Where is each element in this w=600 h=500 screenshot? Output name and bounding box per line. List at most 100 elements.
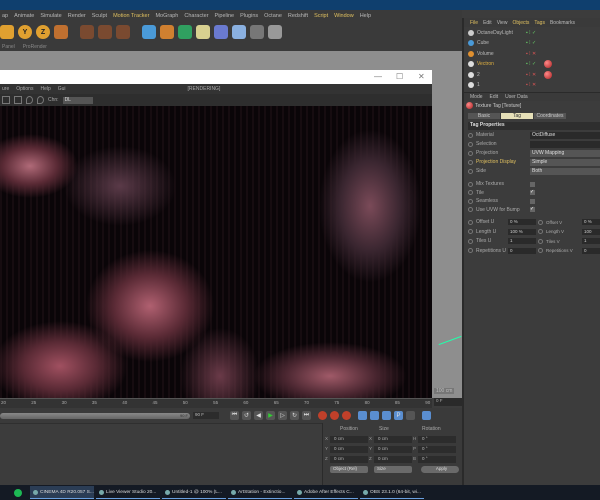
animate-dot-icon[interactable] bbox=[468, 150, 473, 156]
object-visibility-icon[interactable]: ▪ ⁞ ✕ bbox=[526, 82, 536, 88]
menu-sculpt[interactable]: Sculpt bbox=[92, 13, 107, 19]
taskbar-item[interactable]: Untitled-1 @ 100% (L... bbox=[162, 486, 226, 499]
animate-dot-icon[interactable] bbox=[468, 141, 473, 147]
checkbox[interactable] bbox=[530, 198, 535, 204]
animate-dot-icon[interactable] bbox=[468, 219, 473, 225]
axis-x-button[interactable] bbox=[0, 25, 14, 39]
menu-ure[interactable]: ure bbox=[2, 86, 9, 92]
play-icon[interactable]: ▶ bbox=[266, 411, 275, 420]
taskbar-item[interactable]: OBS 23.1.0 (64-bit, wi... bbox=[360, 486, 424, 499]
timeline-range-slider[interactable]: 90 F bbox=[0, 412, 190, 419]
menu-render[interactable]: Render bbox=[68, 13, 86, 19]
numeric-field[interactable]: 0 % bbox=[508, 219, 536, 225]
property-value-field[interactable]: OctDiffuse bbox=[530, 131, 600, 139]
close-button[interactable]: ✕ bbox=[418, 72, 425, 81]
menu-help[interactable]: Help bbox=[360, 13, 371, 19]
minimize-button[interactable]: — bbox=[374, 72, 382, 81]
camera-icon[interactable] bbox=[250, 25, 264, 39]
focus-icon[interactable] bbox=[14, 96, 22, 104]
material-tag-icon[interactable] bbox=[544, 70, 552, 79]
next-frame-icon[interactable]: ▷ bbox=[278, 411, 287, 420]
object-row[interactable]: Vectron ▪ ⁞ ✓ bbox=[468, 60, 598, 69]
prev-frame-icon[interactable]: ◀ bbox=[254, 411, 263, 420]
record-keys-icon[interactable] bbox=[318, 411, 327, 420]
animate-dot-icon[interactable] bbox=[468, 159, 473, 165]
pick-icon[interactable] bbox=[37, 96, 44, 104]
viewport-menu-prorender[interactable]: ProRender bbox=[23, 44, 47, 50]
keyframe-selection-icon[interactable] bbox=[342, 411, 351, 420]
menu-character[interactable]: Character bbox=[184, 13, 208, 19]
checkbox[interactable]: ✓ bbox=[530, 190, 535, 195]
menu-user-data[interactable]: User Data bbox=[505, 94, 528, 100]
rotation-h-field[interactable]: 0 ° bbox=[418, 436, 456, 443]
cube-icon[interactable] bbox=[142, 25, 156, 39]
size-x-field[interactable]: 0 cm bbox=[374, 436, 412, 443]
menu-plugins[interactable]: Plugins bbox=[240, 13, 258, 19]
region-icon[interactable] bbox=[2, 96, 10, 104]
key-rotation-icon[interactable] bbox=[382, 411, 391, 420]
numeric-field[interactable]: 100 bbox=[582, 228, 600, 235]
render-settings-icon[interactable] bbox=[116, 25, 130, 39]
key-pla-icon[interactable] bbox=[406, 411, 415, 420]
array-icon[interactable] bbox=[196, 25, 210, 39]
menu-mode[interactable]: Mode bbox=[470, 94, 483, 100]
menu-script[interactable]: Script bbox=[314, 13, 328, 19]
pen-icon[interactable] bbox=[160, 25, 174, 39]
key-parameter-icon[interactable]: P bbox=[394, 411, 403, 420]
menu-gui[interactable]: Gui bbox=[58, 86, 66, 92]
timeline-ruler[interactable]: 20 25 30 35 40 45 50 55 60 65 70 75 80 85 90 bbox=[0, 398, 432, 408]
animate-dot-icon[interactable] bbox=[468, 168, 473, 174]
pin-icon[interactable] bbox=[26, 96, 33, 104]
menu-animate[interactable]: Animate bbox=[14, 13, 34, 19]
rotation-b-field[interactable]: 0 ° bbox=[418, 456, 456, 463]
render-picture-viewer-icon[interactable] bbox=[98, 25, 112, 39]
render-view-icon[interactable] bbox=[80, 25, 94, 39]
autokey-icon[interactable] bbox=[330, 411, 339, 420]
end-frame-field[interactable]: 90 F bbox=[193, 412, 219, 419]
animate-dot-icon[interactable] bbox=[538, 219, 543, 225]
size-y-field[interactable]: 0 cm bbox=[374, 446, 412, 453]
deformer-icon[interactable] bbox=[214, 25, 228, 39]
checkbox[interactable] bbox=[530, 181, 535, 187]
animate-dot-icon[interactable] bbox=[468, 238, 473, 244]
taskbar-item[interactable]: Adobe After Effects C... bbox=[294, 486, 358, 499]
animate-dot-icon[interactable] bbox=[468, 190, 473, 195]
animate-dot-icon[interactable] bbox=[538, 248, 543, 253]
tab-basic[interactable]: Basic bbox=[468, 113, 500, 119]
light-icon[interactable] bbox=[268, 25, 282, 39]
menu-help[interactable]: Help bbox=[40, 86, 50, 92]
numeric-field[interactable]: 1 bbox=[582, 238, 600, 244]
menu-edit[interactable]: Edit bbox=[490, 94, 499, 100]
menu-window[interactable]: Window bbox=[334, 13, 354, 19]
key-scale-icon[interactable] bbox=[370, 411, 379, 420]
om-menu-edit[interactable]: Edit bbox=[483, 20, 492, 26]
spotify-icon[interactable] bbox=[14, 488, 22, 497]
prev-key-icon[interactable]: ↺ bbox=[242, 411, 251, 420]
animate-dot-icon[interactable] bbox=[468, 248, 473, 253]
numeric-field[interactable]: 0 bbox=[582, 247, 600, 254]
coordinate-mode-dropdown[interactable]: Object (Rel) bbox=[330, 466, 368, 473]
om-menu-tags[interactable]: Tags bbox=[534, 20, 545, 26]
property-value-field[interactable]: Both bbox=[530, 167, 600, 175]
animate-dot-icon[interactable] bbox=[468, 132, 473, 138]
object-row[interactable]: 1 ▪ ⁞ ✕ bbox=[468, 81, 598, 90]
object-row[interactable]: OctaneDayLight ▪ ⁞ ✓ bbox=[468, 28, 598, 37]
size-mode-dropdown[interactable]: Size bbox=[374, 466, 412, 473]
tab-tag[interactable]: Tag bbox=[501, 113, 533, 119]
live-viewer-title-bar[interactable]: — ☐ ✕ bbox=[0, 70, 432, 84]
menu-mograph[interactable]: MoGraph bbox=[155, 13, 178, 19]
animate-dot-icon[interactable] bbox=[538, 229, 543, 234]
object-visibility-icon[interactable]: ▪ ⁞ ✓ bbox=[526, 40, 536, 46]
menu-octane[interactable]: Octane bbox=[264, 13, 282, 19]
om-menu-file[interactable]: File bbox=[470, 20, 478, 26]
timeline-layout-icon[interactable] bbox=[422, 411, 431, 420]
object-visibility-icon[interactable]: ▪ ⁞ ✓ bbox=[526, 30, 536, 36]
animate-dot-icon[interactable] bbox=[538, 238, 543, 244]
go-to-end-icon[interactable]: ⏭ bbox=[302, 411, 311, 420]
property-value-field[interactable]: Simple bbox=[530, 158, 600, 166]
property-value-field[interactable]: UVW Mapping bbox=[530, 149, 600, 157]
om-menu-view[interactable]: View bbox=[497, 20, 508, 26]
subdivision-icon[interactable] bbox=[178, 25, 192, 39]
coordinate-system-icon[interactable] bbox=[54, 25, 68, 39]
property-value-field[interactable] bbox=[530, 140, 600, 148]
